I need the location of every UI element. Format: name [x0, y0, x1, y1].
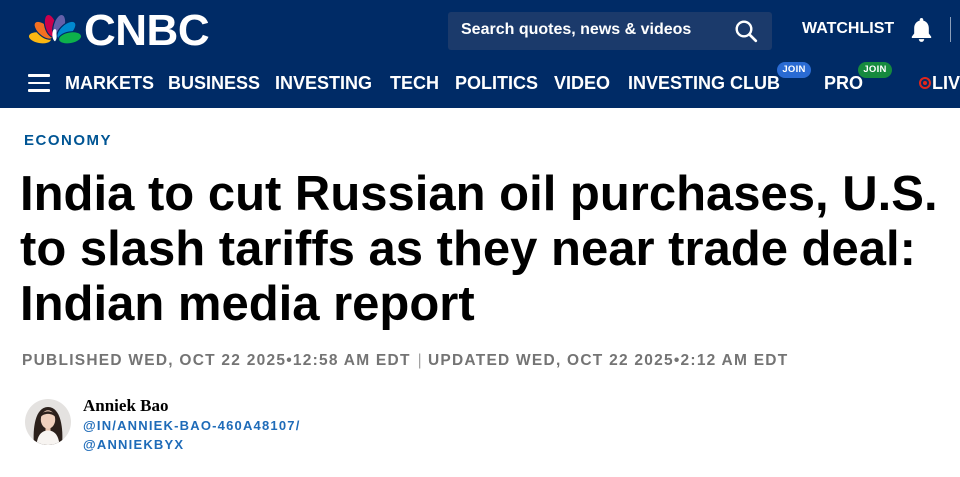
nav-item-investing[interactable]: INVESTING: [275, 74, 372, 92]
search-input[interactable]: [448, 12, 728, 50]
nav-item-pro[interactable]: PRO: [824, 74, 863, 92]
nav-item-markets[interactable]: MARKETS: [65, 74, 154, 92]
pro-join-badge[interactable]: JOIN: [858, 62, 892, 78]
published-time: PUBLISHED WED, OCT 22 2025•12:58 AM EDT: [22, 352, 411, 369]
search-icon[interactable]: [734, 19, 758, 43]
nbc-peacock-icon: [28, 13, 82, 45]
nav-item-live[interactable]: LIV: [932, 74, 960, 92]
logo-wordmark: CNBC: [84, 6, 210, 55]
nav-item-video[interactable]: VIDEO: [554, 74, 610, 92]
nav-item-investing-club[interactable]: INVESTING CLUB: [628, 74, 780, 92]
author-photo: [25, 399, 71, 445]
investing-club-join-badge[interactable]: JOIN: [777, 62, 811, 78]
author-name[interactable]: Anniek Bao: [83, 397, 169, 415]
site-header: CNBC WATCHLIST MARKETS BUSINESS INVESTIN…: [0, 0, 960, 108]
watchlist-link[interactable]: WATCHLIST: [802, 21, 894, 37]
bell-icon[interactable]: [908, 16, 935, 43]
article-timestamps: PUBLISHED WED, OCT 22 2025•12:58 AM EDT |…: [22, 353, 788, 369]
menu-bar: [28, 81, 50, 85]
author-avatar[interactable]: [25, 399, 71, 445]
hamburger-menu-icon[interactable]: [28, 74, 50, 92]
updated-time: UPDATED WED, OCT 22 2025•2:12 AM EDT: [427, 352, 789, 369]
nav-item-business[interactable]: BUSINESS: [168, 74, 260, 92]
author-linkedin-link[interactable]: @IN/ANNIEK-BAO-460A48107/: [83, 419, 301, 432]
section-label[interactable]: ECONOMY: [24, 133, 112, 148]
nav-item-tech[interactable]: TECH: [390, 74, 439, 92]
menu-bar: [28, 89, 50, 92]
live-indicator-icon: [919, 77, 931, 89]
header-divider: [950, 17, 951, 42]
article-headline: India to cut Russian oil purchases, U.S.…: [20, 167, 938, 331]
peacock-body: [52, 29, 57, 42]
nav-item-politics[interactable]: POLITICS: [455, 74, 538, 92]
author-twitter-link[interactable]: @ANNIEKBYX: [83, 438, 184, 451]
menu-bar: [28, 74, 50, 77]
search-box: [448, 12, 772, 50]
timestamp-separator: |: [417, 352, 423, 369]
cnbc-logo[interactable]: CNBC: [28, 0, 214, 56]
